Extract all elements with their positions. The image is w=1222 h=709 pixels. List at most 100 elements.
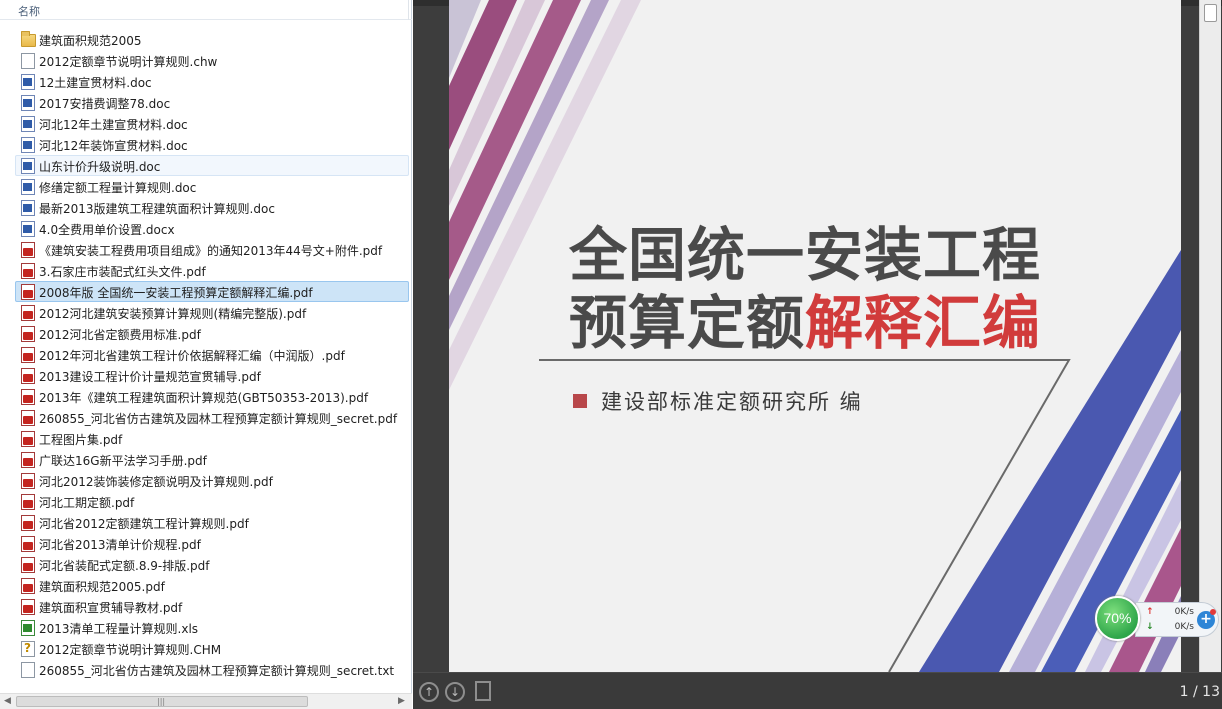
file-row[interactable]: 2012河北省定额费用标准.pdf — [15, 323, 409, 344]
file-name: 修缮定额工程量计算规则.doc — [39, 181, 197, 195]
arrow-up-icon[interactable]: ↑ — [419, 682, 439, 702]
file-name: 广联达16G新平法学习手册.pdf — [39, 454, 207, 468]
file-name: 河北12年土建宣贯材料.doc — [39, 118, 188, 132]
pdf-icon — [21, 431, 35, 447]
blank-file-icon — [21, 53, 35, 69]
memory-percent-ball[interactable]: 70% — [1095, 596, 1140, 641]
file-row[interactable]: 4.0全费用单价设置.docx — [15, 218, 409, 239]
file-row[interactable]: 2012定额章节说明计算规则.CHM — [15, 638, 409, 659]
pdf-icon — [21, 410, 35, 426]
scroll-left-icon[interactable]: ◀ — [4, 696, 11, 706]
file-row[interactable]: 《建筑安装工程费用项目组成》的通知2013年44号文+附件.pdf — [15, 239, 409, 260]
file-name: 建筑面积宣贯辅导教材.pdf — [39, 601, 183, 615]
file-name: 2013年《建筑工程建筑面积计算规范(GBT50353-2013).pdf — [39, 391, 369, 405]
file-name: 260855_河北省仿古建筑及园林工程预算定额计算规则_secret.pdf — [39, 412, 398, 426]
cover-publisher: 建设部标准定额研究所 编 — [573, 386, 863, 416]
pdf-icon — [21, 578, 35, 594]
file-row[interactable]: 山东计价升级说明.doc — [15, 155, 409, 176]
name-column-header[interactable]: 名称 — [0, 0, 412, 20]
file-row[interactable]: 2013清单工程量计算规则.xls — [15, 617, 409, 638]
file-name: 4.0全费用单价设置.docx — [39, 223, 175, 237]
text-file-icon — [21, 662, 35, 678]
file-row[interactable]: 建筑面积规范2005 — [15, 29, 409, 50]
file-row[interactable]: 2008年版 全国统一安装工程预算定额解释汇编.pdf — [15, 281, 409, 302]
file-name: 2013建设工程计价计量规范宣贯辅导.pdf — [39, 370, 261, 384]
scroll-right-icon[interactable]: ▶ — [398, 696, 405, 706]
file-name: 最新2013版建筑工程建筑面积计算规则.doc — [39, 202, 275, 216]
scrollbar-thumb[interactable]: ||| — [16, 696, 308, 707]
file-row[interactable]: 河北12年土建宣贯材料.doc — [15, 113, 409, 134]
file-row[interactable]: 2012定额章节说明计算规则.chw — [15, 50, 409, 71]
file-row[interactable]: 河北省装配式定额.8.9-排版.pdf — [15, 554, 409, 575]
file-name: 2008年版 全国统一安装工程预算定额解释汇编.pdf — [39, 286, 313, 300]
file-name: 《建筑安装工程费用项目组成》的通知2013年44号文+附件.pdf — [39, 244, 383, 258]
file-name: 河北省2012定额建筑工程计算规则.pdf — [39, 517, 249, 531]
file-name: 12土建宣贯材料.doc — [39, 76, 152, 90]
page-counter: 1 / 13 — [1179, 684, 1220, 700]
file-row[interactable]: 建筑面积宣贯辅导教材.pdf — [15, 596, 409, 617]
pdf-icon — [21, 536, 35, 552]
file-name: 260855_河北省仿古建筑及园林工程预算定额计算规则_secret.txt — [39, 664, 395, 678]
file-name: 建筑面积规范2005.pdf — [39, 580, 165, 594]
excel-icon — [21, 620, 35, 636]
file-row[interactable]: 河北12年装饰宣贯材料.doc — [15, 134, 409, 155]
pdf-icon — [21, 263, 35, 279]
grip-icon: ||| — [157, 697, 166, 706]
file-name: 河北省装配式定额.8.9-排版.pdf — [39, 559, 210, 573]
cover-title-line2: 预算定额解释汇编 — [569, 276, 1041, 360]
file-row[interactable]: 河北省2013清单计价规程.pdf — [15, 533, 409, 554]
document-icon[interactable] — [475, 681, 491, 701]
viewer-toolbar: ↑ ↓ 1 / 13 — [413, 672, 1222, 709]
file-row[interactable]: 2013年《建筑工程建筑面积计算规范(GBT50353-2013).pdf — [15, 386, 409, 407]
pdf-icon — [21, 284, 35, 300]
pdf-icon — [21, 368, 35, 384]
file-name: 2012定额章节说明计算规则.CHM — [39, 643, 222, 657]
file-row[interactable]: 最新2013版建筑工程建筑面积计算规则.doc — [15, 197, 409, 218]
file-name: 河北省2013清单计价规程.pdf — [39, 538, 201, 552]
file-row[interactable]: 河北2012装饰装修定额说明及计算规则.pdf — [15, 470, 409, 491]
cover-title-red-part: 解释汇编 — [805, 289, 1042, 357]
file-name: 工程图片集.pdf — [39, 433, 123, 447]
pdf-icon — [21, 242, 35, 258]
pdf-icon — [21, 557, 35, 573]
file-row[interactable]: 广联达16G新平法学习手册.pdf — [15, 449, 409, 470]
file-row[interactable]: 260855_河北省仿古建筑及园林工程预算定额计算规则_secret.txt — [15, 659, 409, 680]
column-divider[interactable] — [408, 0, 409, 20]
notification-dot — [1210, 609, 1216, 615]
file-row[interactable]: 建筑面积规范2005.pdf — [15, 575, 409, 596]
pdf-icon — [21, 473, 35, 489]
upload-speed: 0K/s — [1174, 607, 1194, 617]
file-row[interactable]: 河北工期定额.pdf — [15, 491, 409, 512]
network-speed-widget[interactable]: ↑ 0K/s ↓ 0K/s + 70% — [1095, 596, 1221, 641]
file-row[interactable]: 修缮定额工程量计算规则.doc — [15, 176, 409, 197]
file-row[interactable]: 工程图片集.pdf — [15, 428, 409, 449]
name-column-label: 名称 — [18, 5, 40, 18]
file-row[interactable]: 2012河北建筑安装预算计算规则(精编完整版).pdf — [15, 302, 409, 323]
pdf-icon — [21, 389, 35, 405]
vertical-scrollbar-thumb[interactable] — [1204, 4, 1217, 22]
horizontal-scrollbar[interactable]: ◀ ||| ▶ — [0, 693, 412, 709]
file-name: 3.石家庄市装配式红头文件.pdf — [39, 265, 206, 279]
arrow-down-icon[interactable]: ↓ — [445, 682, 465, 702]
file-name: 2017安措费调整78.doc — [39, 97, 171, 111]
file-name: 山东计价升级说明.doc — [39, 160, 161, 174]
file-row[interactable]: 河北省2012定额建筑工程计算规则.pdf — [15, 512, 409, 533]
file-name: 2012河北建筑安装预算计算规则(精编完整版).pdf — [39, 307, 307, 321]
file-row[interactable]: 12土建宣贯材料.doc — [15, 71, 409, 92]
file-row[interactable]: 3.石家庄市装配式红头文件.pdf — [15, 260, 409, 281]
file-row[interactable]: 2012年河北省建筑工程计价依据解释汇编（中润版）.pdf — [15, 344, 409, 365]
file-row[interactable]: 260855_河北省仿古建筑及园林工程预算定额计算规则_secret.pdf — [15, 407, 409, 428]
vertical-scrollbar[interactable] — [1199, 0, 1221, 672]
file-row[interactable]: 2017安措费调整78.doc — [15, 92, 409, 113]
file-name: 河北2012装饰装修定额说明及计算规则.pdf — [39, 475, 273, 489]
cover-title-dark-part: 预算定额 — [569, 289, 806, 357]
word-doc-icon — [21, 116, 35, 132]
pdf-icon — [21, 452, 35, 468]
word-doc-icon — [21, 95, 35, 111]
file-name: 河北12年装饰宣贯材料.doc — [39, 139, 188, 153]
pdf-icon — [21, 599, 35, 615]
file-list-pane: 名称 建筑面积规范2005 2012定额章节说明计算规则.chw 12土建宣贯材料.… — [0, 0, 412, 709]
pdf-icon — [21, 494, 35, 510]
file-row[interactable]: 2013建设工程计价计量规范宣贯辅导.pdf — [15, 365, 409, 386]
pdf-page[interactable]: 全国统一安装工程 预算定额解释汇编 建设部标准定额研究所 编 — [449, 0, 1181, 672]
